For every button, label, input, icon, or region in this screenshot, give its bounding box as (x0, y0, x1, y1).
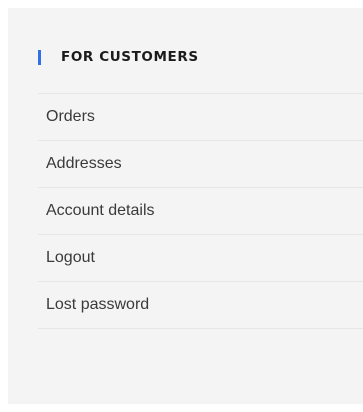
section-heading: FOR CUSTOMERS (38, 47, 199, 67)
heading-accent-bar (38, 49, 41, 65)
menu-item-account-details: Account details (38, 187, 363, 234)
customer-sidebar-panel: FOR CUSTOMERS Orders Addresses Account d… (8, 8, 363, 404)
account-details-link[interactable]: Account details (38, 202, 155, 220)
menu-item-orders: Orders (38, 93, 363, 140)
customer-menu: Orders Addresses Account details Logout … (38, 93, 363, 329)
menu-item-addresses: Addresses (38, 140, 363, 187)
addresses-link[interactable]: Addresses (38, 155, 122, 173)
menu-item-logout: Logout (38, 234, 363, 281)
lost-password-link[interactable]: Lost password (38, 296, 149, 314)
orders-link[interactable]: Orders (38, 108, 95, 126)
menu-item-lost-password: Lost password (38, 281, 363, 329)
section-heading-label: FOR CUSTOMERS (61, 49, 199, 65)
logout-link[interactable]: Logout (38, 249, 95, 267)
